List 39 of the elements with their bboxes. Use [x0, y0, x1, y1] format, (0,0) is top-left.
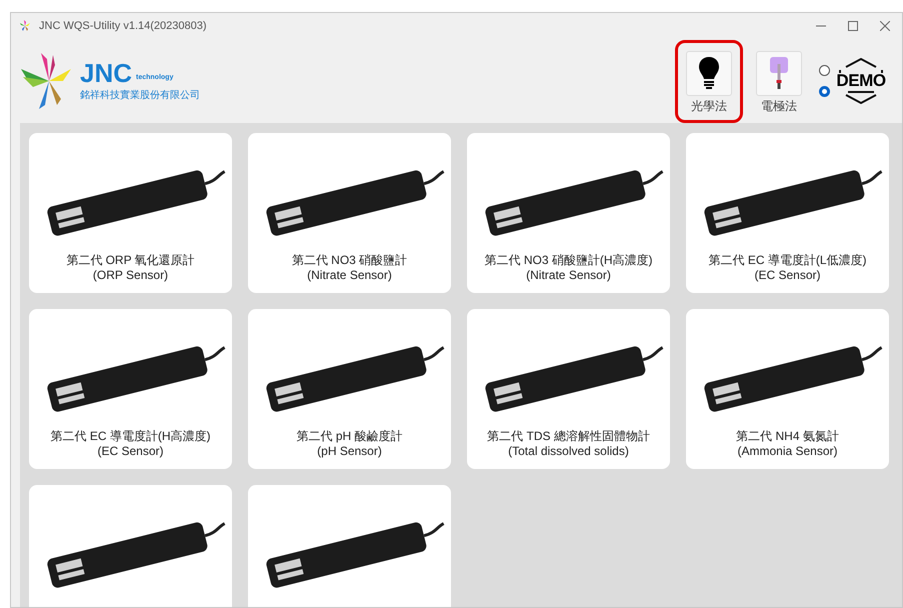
radio-button[interactable] [819, 86, 830, 97]
close-icon[interactable] [880, 21, 890, 31]
mode-button[interactable]: 電極法 [745, 40, 813, 122]
sensor-card[interactable]: 第二代 pH 酸鹼度計 (pH Sensor) [248, 309, 451, 469]
sensor-card[interactable]: 第二代 TDS 總溶解性固體物計 (Total dissolved solids) [467, 309, 670, 469]
logo-name: JNC [80, 60, 132, 86]
sensor-name: 第二代 pH 酸鹼度計 [296, 429, 402, 444]
maximize-icon[interactable] [848, 21, 858, 31]
sensor-type: (ORP Sensor) [92, 268, 168, 283]
sensor-card[interactable] [29, 485, 232, 607]
company-name: 銘祥科技實業股份有限公司 [80, 88, 200, 102]
sensor-type: (EC Sensor) [754, 268, 821, 283]
app-icon [19, 20, 31, 32]
sensor-type: (pH Sensor) [317, 444, 382, 459]
sensor-card[interactable]: 第二代 EC 導電度計(L低濃度) (EC Sensor) [686, 133, 889, 293]
sensor-name: 第二代 EC 導電度計(H高濃度) [50, 429, 210, 444]
sensor-type: (Nitrate Sensor) [526, 268, 611, 283]
demo-badge: DEMO [836, 58, 886, 104]
mode-button[interactable]: 光學法 [675, 40, 743, 122]
sensor-type: (Ammonia Sensor) [737, 444, 838, 459]
sensor-name: 第二代 NO3 硝酸鹽計 [292, 253, 408, 268]
sensor-name: 第二代 NH4 氨氮計 [736, 429, 839, 444]
electrode-icon [769, 56, 789, 90]
sensor-card[interactable]: 第二代 NH4 氨氮計 (Ammonia Sensor) [686, 309, 889, 469]
sensor-card[interactable]: 第二代 NO3 硝酸鹽計 (Nitrate Sensor) [248, 133, 451, 293]
sensor-name: 第二代 TDS 總溶解性固體物計 [487, 429, 650, 444]
lightbulb-icon [698, 56, 720, 90]
window-title: JNC WQS-Utility v1.14(20230803) [39, 18, 207, 34]
sensor-type: (Total dissolved solids) [508, 444, 629, 459]
radio-button[interactable] [819, 65, 830, 76]
sensor-name: 第二代 NO3 硝酸鹽計(H高濃度) [484, 253, 652, 268]
sensor-name: 第二代 EC 導電度計(L低濃度) [708, 253, 866, 268]
sensor-name: 第二代 ORP 氧化還原計 [66, 253, 195, 268]
sensor-type: (EC Sensor) [97, 444, 164, 459]
sensor-card[interactable]: 第二代 NO3 硝酸鹽計(H高濃度) (Nitrate Sensor) [467, 133, 670, 293]
sensor-card[interactable]: 第二代 EC 導電度計(H高濃度) (EC Sensor) [29, 309, 232, 469]
sensor-type: (Nitrate Sensor) [307, 268, 392, 283]
sensor-card[interactable]: 第二代 ORP 氧化還原計 (ORP Sensor) [29, 133, 232, 293]
sensor-card[interactable] [248, 485, 451, 607]
